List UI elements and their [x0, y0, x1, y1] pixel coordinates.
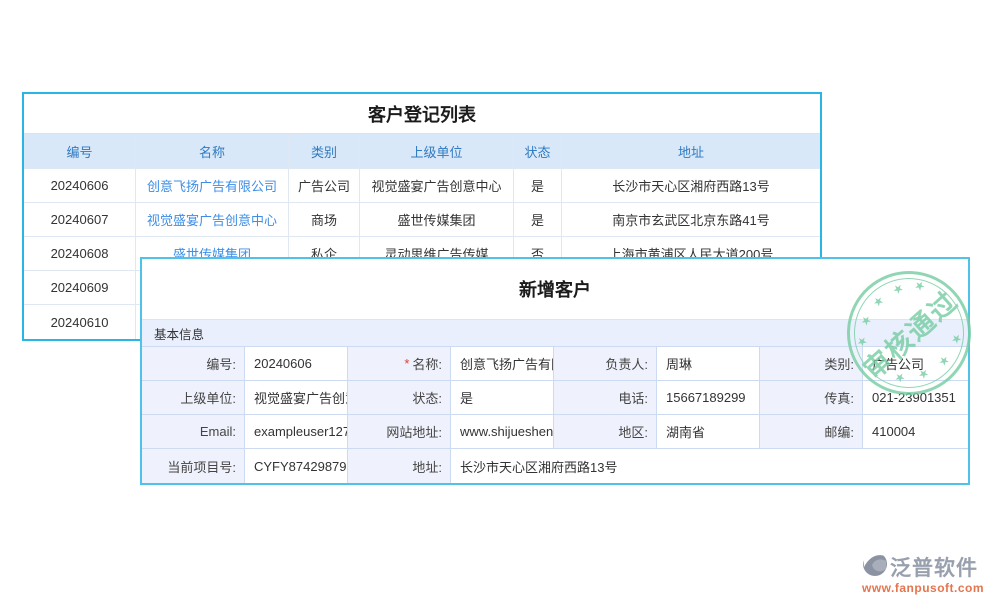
- dialog-title: 新增客户: [142, 259, 968, 319]
- category-label: 类别:: [760, 347, 863, 381]
- id-label: 编号:: [142, 347, 245, 381]
- column-header-status: 状态: [514, 134, 562, 169]
- address-field[interactable]: 长沙市天心区湘府西路13号: [451, 449, 968, 483]
- zipcode-label: 邮编:: [760, 415, 863, 449]
- form-row: 编号: 20240606 *名称: 创意飞扬广告有限 负责人: 周琳 类别: 广…: [142, 347, 968, 381]
- vendor-name: 泛普软件: [890, 552, 978, 582]
- owner-field[interactable]: 周琳: [657, 347, 760, 381]
- form-row: 当前项目号: CYFY8742987979 地址: 长沙市天心区湘府西路13号: [142, 449, 968, 483]
- table-row: 20240607 视觉盛宴广告创意中心 商场 盛世传媒集团 是 南京市玄武区北京…: [24, 203, 820, 237]
- owner-label: 负责人:: [554, 347, 657, 381]
- fanpu-logo-icon: [862, 551, 888, 582]
- form-row: Email: exampleuser127 网站地址: www.shijuesh…: [142, 415, 968, 449]
- address-label: 地址:: [348, 449, 451, 483]
- cell-category: 商场: [289, 203, 360, 237]
- cell-status: 是: [514, 203, 562, 237]
- customer-name-link[interactable]: 视觉盛宴广告创意中心: [147, 210, 277, 229]
- status-field[interactable]: 是: [451, 381, 554, 415]
- cell-category: 广告公司: [289, 169, 360, 203]
- region-field[interactable]: 湖南省: [657, 415, 760, 449]
- table-row: 20240606 创意飞扬广告有限公司 广告公司 视觉盛宴广告创意中心 是 长沙…: [24, 169, 820, 203]
- parent-unit-field[interactable]: 视觉盛宴广告创意: [245, 381, 348, 415]
- vendor-url[interactable]: www.fanpusoft.com: [862, 581, 984, 595]
- vendor-logo: 泛普软件 www.fanpusoft.com: [862, 551, 984, 595]
- customer-name-link[interactable]: 创意飞扬广告有限公司: [147, 176, 277, 195]
- cell-id: 20240609: [24, 271, 136, 305]
- fax-label: 传真:: [760, 381, 863, 415]
- cell-id: 20240608: [24, 237, 136, 271]
- phone-field[interactable]: 15667189299: [657, 381, 760, 415]
- required-marker: *: [404, 356, 409, 371]
- parent-unit-label: 上级单位:: [142, 381, 245, 415]
- website-field[interactable]: www.shijuesheng: [451, 415, 554, 449]
- name-label-text: 名称:: [412, 354, 442, 373]
- zipcode-field[interactable]: 410004: [863, 415, 968, 449]
- category-field[interactable]: 广告公司: [863, 347, 968, 381]
- cell-status: 是: [514, 169, 562, 203]
- column-header-name: 名称: [136, 134, 289, 169]
- name-label: *名称:: [348, 347, 451, 381]
- column-header-category: 类别: [289, 134, 360, 169]
- basic-info-section-header: 基本信息: [142, 319, 968, 347]
- website-label: 网站地址:: [348, 415, 451, 449]
- form-row: 上级单位: 视觉盛宴广告创意 状态: 是 电话: 15667189299 传真:…: [142, 381, 968, 415]
- email-field[interactable]: exampleuser127: [245, 415, 348, 449]
- column-header-address: 地址: [562, 134, 820, 169]
- customer-list-title: 客户登记列表: [24, 94, 820, 134]
- project-number-label: 当前项目号:: [142, 449, 245, 483]
- project-number-field[interactable]: CYFY8742987979: [245, 449, 348, 483]
- cell-id: 20240610: [24, 305, 136, 339]
- id-field[interactable]: 20240606: [245, 347, 348, 381]
- cell-address: 长沙市天心区湘府西路13号: [562, 169, 820, 203]
- status-label: 状态:: [348, 381, 451, 415]
- add-customer-dialog: 新增客户 基本信息 编号: 20240606 *名称: 创意飞扬广告有限 负责人…: [140, 257, 970, 485]
- email-label: Email:: [142, 415, 245, 449]
- fax-field[interactable]: 021-23901351: [863, 381, 968, 415]
- column-header-id: 编号: [24, 134, 136, 169]
- region-label: 地区:: [554, 415, 657, 449]
- cell-address: 南京市玄武区北京东路41号: [562, 203, 820, 237]
- cell-parent: 盛世传媒集团: [360, 203, 514, 237]
- cell-id: 20240606: [24, 169, 136, 203]
- name-field[interactable]: 创意飞扬广告有限: [451, 347, 554, 381]
- cell-id: 20240607: [24, 203, 136, 237]
- cell-parent: 视觉盛宴广告创意中心: [360, 169, 514, 203]
- customer-list-header-row: 编号 名称 类别 上级单位 状态 地址: [24, 134, 820, 169]
- column-header-parent: 上级单位: [360, 134, 514, 169]
- phone-label: 电话:: [554, 381, 657, 415]
